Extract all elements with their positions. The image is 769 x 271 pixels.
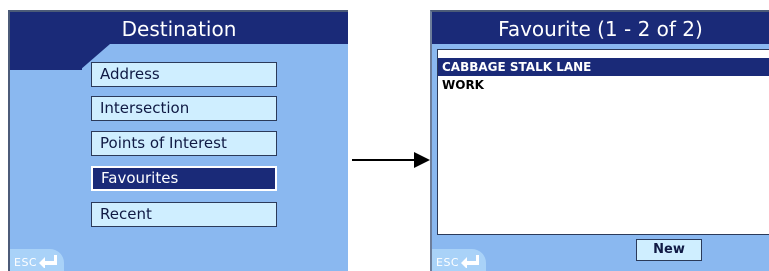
favourite-title: Favourite (1 - 2 of 2) bbox=[432, 12, 769, 44]
list-item[interactable]: WORK bbox=[438, 76, 769, 94]
new-button[interactable]: New bbox=[636, 239, 702, 261]
destination-screen: Destination Address Intersection Points … bbox=[8, 10, 348, 271]
menu-item-address[interactable]: Address bbox=[91, 62, 277, 87]
destination-title: Destination bbox=[10, 12, 348, 44]
esc-button[interactable]: ESC bbox=[432, 249, 486, 271]
back-arrow-icon bbox=[39, 255, 57, 268]
favourite-screen: Favourite (1 - 2 of 2) CABBAGE STALK LAN… bbox=[430, 10, 769, 271]
esc-button[interactable]: ESC bbox=[10, 249, 64, 271]
menu-item-points-of-interest[interactable]: Points of Interest bbox=[91, 131, 277, 156]
list-item[interactable]: CABBAGE STALK LANE bbox=[438, 58, 769, 76]
menu-item-favourites[interactable]: Favourites bbox=[91, 166, 277, 191]
favourites-list: CABBAGE STALK LANE WORK bbox=[437, 49, 769, 235]
back-arrow-icon bbox=[461, 255, 479, 268]
esc-label: ESC bbox=[436, 256, 460, 269]
right-arrow-icon bbox=[352, 152, 430, 168]
esc-label: ESC bbox=[14, 256, 38, 269]
header-step bbox=[10, 44, 82, 70]
menu-item-recent[interactable]: Recent bbox=[91, 202, 277, 227]
menu-item-intersection[interactable]: Intersection bbox=[91, 96, 277, 121]
